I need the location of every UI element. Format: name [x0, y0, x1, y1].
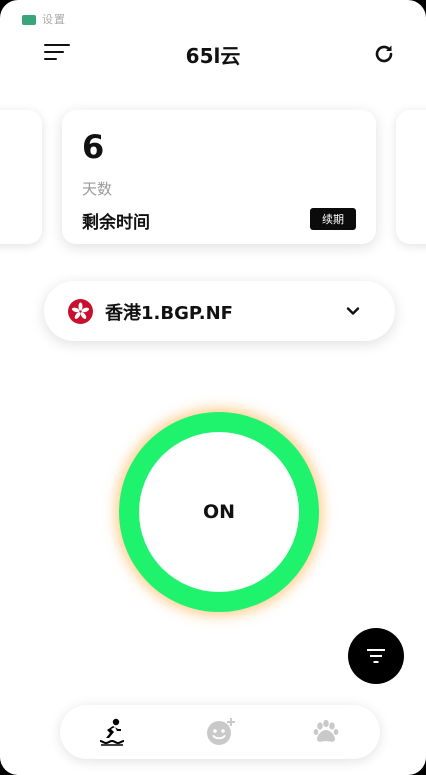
- renew-button[interactable]: 续期: [310, 208, 356, 230]
- days-unit-label: 天数: [82, 180, 113, 198]
- remaining-time-label: 剩余时间: [82, 213, 150, 233]
- surf-icon: [99, 718, 125, 746]
- hong-kong-flag-icon: [68, 299, 93, 324]
- status-bar: 设置: [22, 14, 66, 26]
- prev-card[interactable]: [0, 110, 42, 244]
- paw-icon: [313, 719, 339, 742]
- days-remaining-value: 6: [82, 128, 105, 166]
- refresh-icon[interactable]: [372, 42, 396, 66]
- chevron-down-icon: [345, 303, 361, 319]
- filter-icon: [367, 649, 385, 663]
- app-notification-icon: [22, 15, 36, 25]
- server-selector[interactable]: 香港1.BGP.NF: [44, 281, 395, 341]
- nav-face[interactable]: [205, 717, 235, 747]
- remaining-time-card: 6 天数 剩余时间 续期: [62, 110, 376, 244]
- status-text: 设置: [42, 13, 66, 26]
- nav-paw[interactable]: [311, 717, 341, 747]
- next-card[interactable]: [396, 110, 426, 244]
- bottom-nav: [60, 705, 380, 759]
- connect-toggle-inner: ON: [139, 432, 299, 592]
- header: 65l云: [0, 36, 426, 70]
- app-screen: 设置 65l云 6 天数 剩余时间 续期 香港1.BGP.NF ON: [0, 0, 426, 775]
- app-title: 65l云: [185, 44, 241, 68]
- face-add-icon: [207, 718, 235, 745]
- filter-button[interactable]: [348, 628, 404, 684]
- connection-state-label: ON: [202, 501, 236, 523]
- server-name: 香港1.BGP.NF: [105, 303, 233, 324]
- connect-toggle-button[interactable]: ON: [119, 412, 319, 612]
- nav-surf[interactable]: [97, 717, 127, 747]
